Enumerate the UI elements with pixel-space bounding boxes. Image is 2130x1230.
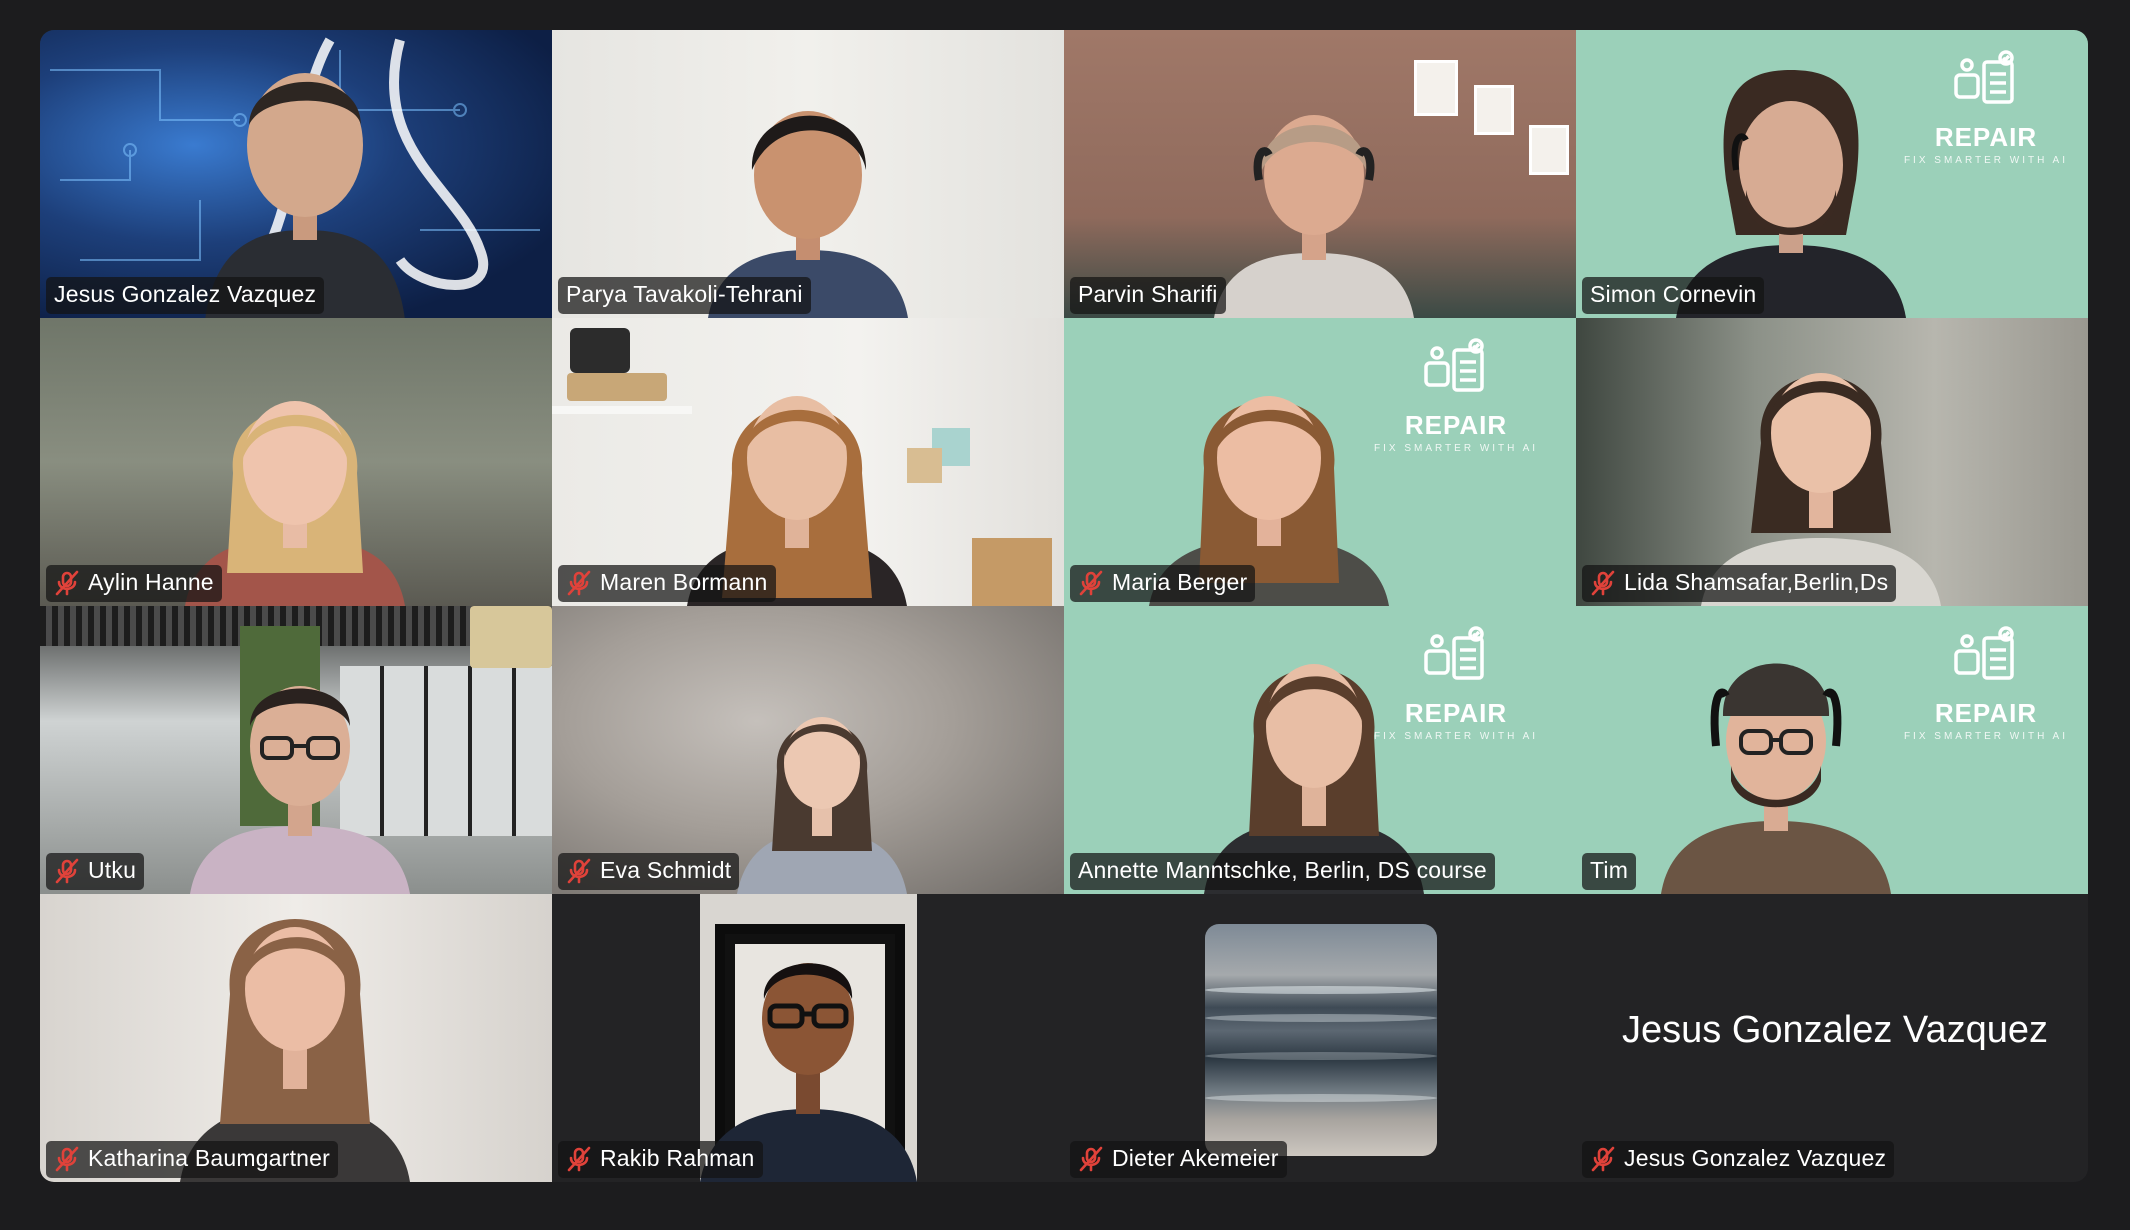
repair-brand: REPAIR [1404, 410, 1508, 440]
name-label: Aylin Hanne [46, 565, 222, 602]
wall-frame [1474, 85, 1514, 135]
participant-tile-lida-shamsafar[interactable]: Lida Shamsafar,Berlin,Ds [1576, 318, 2088, 606]
participant-name: Annette Manntschke, Berlin, DS course [1078, 857, 1487, 883]
sticky-note [907, 448, 942, 483]
name-label: Eva Schmidt [558, 853, 740, 890]
name-label: Jesus Gonzalez Vazquez [46, 277, 325, 314]
person-silhouette [700, 963, 917, 1182]
participant-tile-parya-tavakoli-tehrani[interactable]: Parya Tavakoli-Tehrani [552, 30, 1064, 318]
person-silhouette [180, 919, 410, 1182]
name-label: Rakib Rahman [558, 1141, 763, 1178]
person-silhouette [1661, 663, 1891, 894]
participant-tile-aylin-hanne[interactable]: Aylin Hanne [40, 318, 552, 606]
participant-name: Lida Shamsafar,Berlin,Ds [1624, 569, 1889, 595]
participant-tile-eva-schmidt[interactable]: Eva Schmidt [552, 606, 1064, 894]
participant-name: Aylin Hanne [88, 569, 214, 595]
video-feed [700, 894, 917, 1182]
participant-tile-jesus-gonzalez-vazquez[interactable]: Jesus Gonzalez Vazquez [40, 30, 552, 318]
gallery-view: Jesus Gonzalez Vazquez Parya Tavakoli-Te… [40, 30, 2088, 1182]
wave [1205, 1014, 1437, 1022]
participant-name: Simon Cornevin [1590, 281, 1757, 307]
mic-muted-icon [1590, 570, 1616, 596]
participant-tile-katharina-baumgartner[interactable]: Katharina Baumgartner [40, 894, 552, 1182]
name-label: Dieter Akemeier [1070, 1141, 1287, 1178]
badge-overlay [470, 606, 552, 668]
participant-name: Katharina Baumgartner [88, 1145, 331, 1171]
participant-name: Utku [88, 857, 137, 883]
participant-name: Eva Schmidt [600, 857, 732, 883]
repair-logo: REPAIR FIX SMARTER WITH AI [1904, 50, 2068, 166]
participant-name: Jesus Gonzalez Vazquez [1624, 1145, 1887, 1171]
participant-tile-parvin-sharifi[interactable]: Parvin Sharifi [1064, 30, 1576, 318]
wave [1205, 986, 1437, 994]
name-label: Utku [46, 853, 145, 890]
participant-name: Parvin Sharifi [1078, 281, 1218, 307]
name-label: Simon Cornevin [1582, 277, 1765, 314]
participant-name: Jesus Gonzalez Vazquez [54, 281, 317, 307]
shelf-decor [567, 373, 667, 401]
name-label: Jesus Gonzalez Vazquez [1582, 1141, 1895, 1178]
participant-name: Tim [1590, 857, 1629, 883]
name-label: Parya Tavakoli-Tehrani [558, 277, 811, 314]
mic-muted-icon [54, 1146, 80, 1172]
participant-tile-jesus-gonzalez-vazquez-2[interactable]: Jesus Gonzalez Vazquez Jesus Gonzalez Va… [1576, 894, 2088, 1182]
participant-tile-maria-berger[interactable]: REPAIR FIX SMARTER WITH AI Maria Berger [1064, 318, 1576, 606]
wall-frame [1414, 60, 1458, 116]
mic-muted-icon [54, 570, 80, 596]
wall-frame [1529, 125, 1569, 175]
participant-video-figure [1661, 636, 1891, 894]
name-label: Maren Bormann [558, 565, 776, 602]
desk-organizer [972, 538, 1052, 606]
participant-tile-utku[interactable]: Utku [40, 606, 552, 894]
ocean-avatar [1205, 924, 1437, 1156]
mic-muted-icon [566, 570, 592, 596]
participant-name: Dieter Akemeier [1112, 1145, 1279, 1171]
participant-video-figure [737, 691, 907, 894]
person-silhouette [190, 686, 410, 894]
name-label: Maria Berger [1070, 565, 1256, 602]
participant-tile-maren-bormann[interactable]: Maren Bormann [552, 318, 1064, 606]
camera-decor [570, 328, 630, 373]
participant-video-figure [180, 894, 410, 1182]
name-label: Tim [1582, 853, 1637, 890]
robot-checklist-icon [1954, 50, 2014, 104]
participant-tile-tim[interactable]: REPAIR FIX SMARTER WITH AI Tim [1576, 606, 2088, 894]
repair-brand: REPAIR [1934, 122, 2038, 152]
shelf [552, 406, 692, 414]
name-label: Lida Shamsafar,Berlin,Ds [1582, 565, 1897, 602]
participant-tile-dieter-akemeier[interactable]: Dieter Akemeier [1064, 894, 1576, 1182]
repair-logo: REPAIR FIX SMARTER WITH AI [1374, 338, 1538, 454]
person-silhouette [1214, 115, 1414, 318]
participant-video-figure [190, 656, 410, 894]
participant-name: Maren Bormann [600, 569, 768, 595]
participant-tile-rakib-rahman[interactable]: Rakib Rahman [552, 894, 1064, 1182]
repair-tagline: FIX SMARTER WITH AI [1903, 155, 2068, 166]
participant-display-name: Jesus Gonzalez Vazquez [1622, 1009, 2048, 1051]
name-label: Annette Manntschke, Berlin, DS course [1070, 853, 1495, 890]
repair-tagline: FIX SMARTER WITH AI [1374, 443, 1539, 454]
mic-muted-icon [1078, 570, 1104, 596]
name-label: Katharina Baumgartner [46, 1141, 339, 1178]
name-label: Parvin Sharifi [1070, 277, 1226, 314]
mic-muted-icon [566, 1146, 592, 1172]
participant-tile-simon-cornevin[interactable]: REPAIR FIX SMARTER WITH AI Simon Cornevi… [1576, 30, 2088, 318]
participant-name: Maria Berger [1112, 569, 1248, 595]
repair-logo: REPAIR FIX SMARTER WITH AI [1904, 626, 2068, 742]
mic-muted-icon [566, 858, 592, 884]
participant-video-figure [1214, 95, 1414, 318]
wave [1205, 1052, 1437, 1060]
participant-tile-annette-manntschke[interactable]: REPAIR FIX SMARTER WITH AI Annette Mannt… [1064, 606, 1576, 894]
mic-muted-icon [1078, 1146, 1104, 1172]
person-silhouette [737, 717, 907, 894]
repair-brand: REPAIR [1934, 698, 2038, 728]
mic-muted-icon [1590, 1146, 1616, 1172]
repair-tagline: FIX SMARTER WITH AI [1903, 731, 2068, 742]
participant-name: Parya Tavakoli-Tehrani [566, 281, 803, 307]
robot-checklist-icon [1954, 626, 2014, 680]
participant-name: Rakib Rahman [600, 1145, 755, 1171]
mic-muted-icon [54, 858, 80, 884]
robot-checklist-icon [1424, 338, 1484, 392]
wave [1205, 1094, 1437, 1102]
robot-checklist-icon [1424, 626, 1484, 680]
